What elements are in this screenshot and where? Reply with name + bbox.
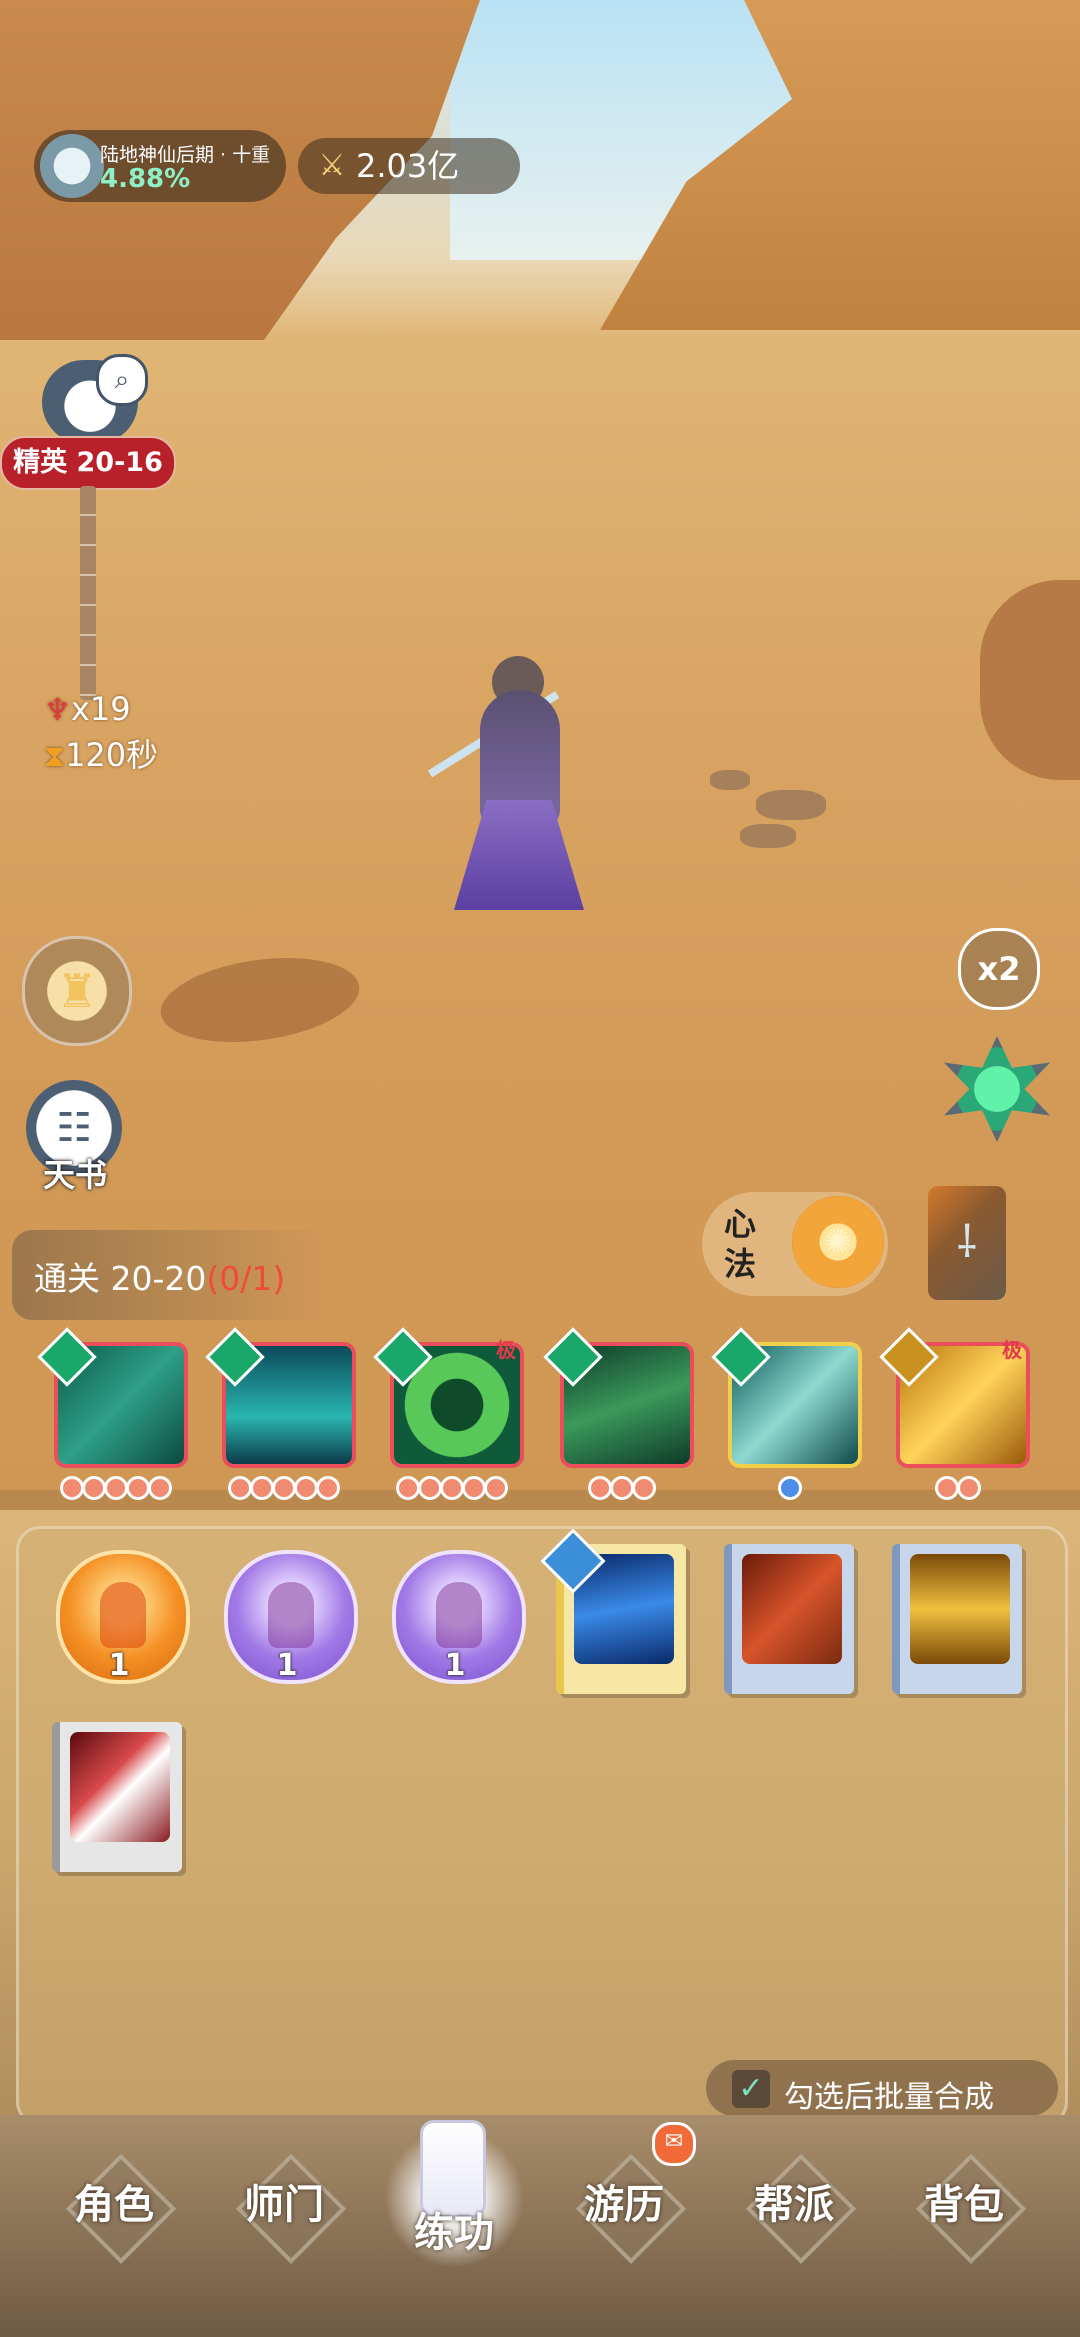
nav-tab-3[interactable]: 游历	[554, 2150, 694, 2270]
pouch-icon: ♜	[56, 964, 98, 1018]
level-pip-icon	[228, 1476, 252, 1500]
level-pip-icon	[294, 1476, 318, 1500]
book-art	[70, 1732, 170, 1842]
skill-level-pips	[935, 1476, 981, 1504]
orb-count: 1	[276, 1648, 298, 1683]
level-pip-icon	[462, 1476, 486, 1500]
loot-bag-button[interactable]: ♜	[22, 936, 132, 1046]
combat-power-value: 2.03亿	[356, 147, 460, 185]
level-pip-icon	[632, 1476, 656, 1500]
skill-level-pips	[778, 1476, 802, 1504]
book-art	[742, 1554, 842, 1664]
clear-objective-label: 通关 20-20	[34, 1259, 207, 1298]
level-pip-icon	[484, 1476, 508, 1500]
nav-tab-5[interactable]: 背包	[894, 2150, 1034, 2270]
skill-level-pips	[228, 1476, 340, 1504]
timer-value: 120秒	[65, 736, 159, 774]
clear-objective-progress: (0/1)	[206, 1259, 286, 1298]
skill-book-red-blade[interactable]	[724, 1544, 854, 1694]
nav-tab-label: 师门	[244, 2182, 324, 2228]
clear-objective-text: 通关 20-20(0/1)	[34, 1252, 285, 1300]
tianshu-label: 天书	[42, 1156, 107, 1194]
weapon-slot-button[interactable]: ⸸	[928, 1186, 1006, 1300]
level-pip-icon	[82, 1476, 106, 1500]
enemy-count: x19	[70, 690, 131, 728]
footprint-rocks	[710, 760, 830, 850]
nav-tab-label: 游历	[584, 2182, 664, 2228]
realm-name: 陆地神仙后期 · 十重	[100, 144, 271, 166]
skill-book-golden-sword[interactable]	[892, 1544, 1022, 1694]
shadow-silhouette	[155, 946, 365, 1054]
nav-tab-label: 练功	[414, 2210, 494, 2256]
orb-count: 1	[444, 1648, 466, 1683]
level-pip-icon	[418, 1476, 442, 1500]
level-pip-icon	[440, 1476, 464, 1500]
level-pip-icon	[60, 1476, 84, 1500]
stage-progress-track	[80, 486, 96, 700]
skill-max-mark: 极	[496, 1338, 516, 1362]
book-art	[910, 1554, 1010, 1664]
level-pip-icon	[316, 1476, 340, 1500]
hourglass-icon: ⧗	[44, 739, 66, 774]
dagger-icon: ⸸	[956, 1217, 978, 1268]
timer-row: ⧗120秒	[44, 730, 158, 776]
xinfa-label: 心法	[724, 1205, 757, 1283]
figure-icon	[268, 1582, 314, 1648]
level-pip-icon	[778, 1476, 802, 1500]
level-pip-icon	[610, 1476, 634, 1500]
search-icon[interactable]: ⌕	[96, 354, 148, 406]
notification-badge-icon: ✉	[652, 2122, 696, 2166]
level-pip-icon	[935, 1476, 959, 1500]
figure-icon	[436, 1582, 482, 1648]
player-character	[427, 620, 600, 920]
realm-avatar-icon	[40, 134, 104, 198]
nav-tab-0[interactable]: 角色	[44, 2150, 184, 2270]
skill-level-pips	[588, 1476, 656, 1504]
level-pip-icon	[588, 1476, 612, 1500]
level-pip-icon	[148, 1476, 172, 1500]
level-pip-icon	[396, 1476, 420, 1500]
skill-max-mark: 极	[1002, 1338, 1022, 1362]
batch-merge-checkbox[interactable]: ✓	[732, 2070, 770, 2108]
character-robe	[454, 800, 584, 910]
nav-tab-label: 帮派	[754, 2182, 834, 2228]
nav-tab-1[interactable]: 师门	[214, 2150, 354, 2270]
level-pip-icon	[272, 1476, 296, 1500]
level-pip-icon	[957, 1476, 981, 1500]
nav-tab-2[interactable]: 练功	[384, 2150, 524, 2270]
nav-tab-4[interactable]: 帮派	[724, 2150, 864, 2270]
elite-stage-label: 精英 20-16	[0, 436, 176, 490]
level-pip-icon	[126, 1476, 150, 1500]
speed-toggle-button[interactable]: x2	[958, 928, 1040, 1010]
figure-icon	[100, 1582, 146, 1648]
scroll-icon: ☷	[56, 1105, 92, 1151]
skill-level-pips	[60, 1476, 172, 1504]
batch-merge-label: 勾选后批量合成	[784, 2080, 994, 2115]
right-rock	[980, 580, 1080, 780]
enemy-count-row: ♆x19	[44, 690, 131, 728]
realm-percent: 4.88%	[100, 164, 191, 194]
nav-tab-label: 角色	[74, 2182, 154, 2228]
skill-book-red-slash[interactable]	[52, 1722, 182, 1872]
demon-icon: ♆	[44, 693, 71, 728]
level-pip-icon	[104, 1476, 128, 1500]
skill-level-pips	[396, 1476, 508, 1504]
xinfa-orb-icon[interactable]: ✺	[792, 1196, 884, 1288]
crossed-swords-icon: ⚔	[318, 148, 346, 183]
level-pip-icon	[250, 1476, 274, 1500]
nav-tab-label: 背包	[924, 2182, 1004, 2228]
orb-count: 1	[108, 1648, 130, 1683]
